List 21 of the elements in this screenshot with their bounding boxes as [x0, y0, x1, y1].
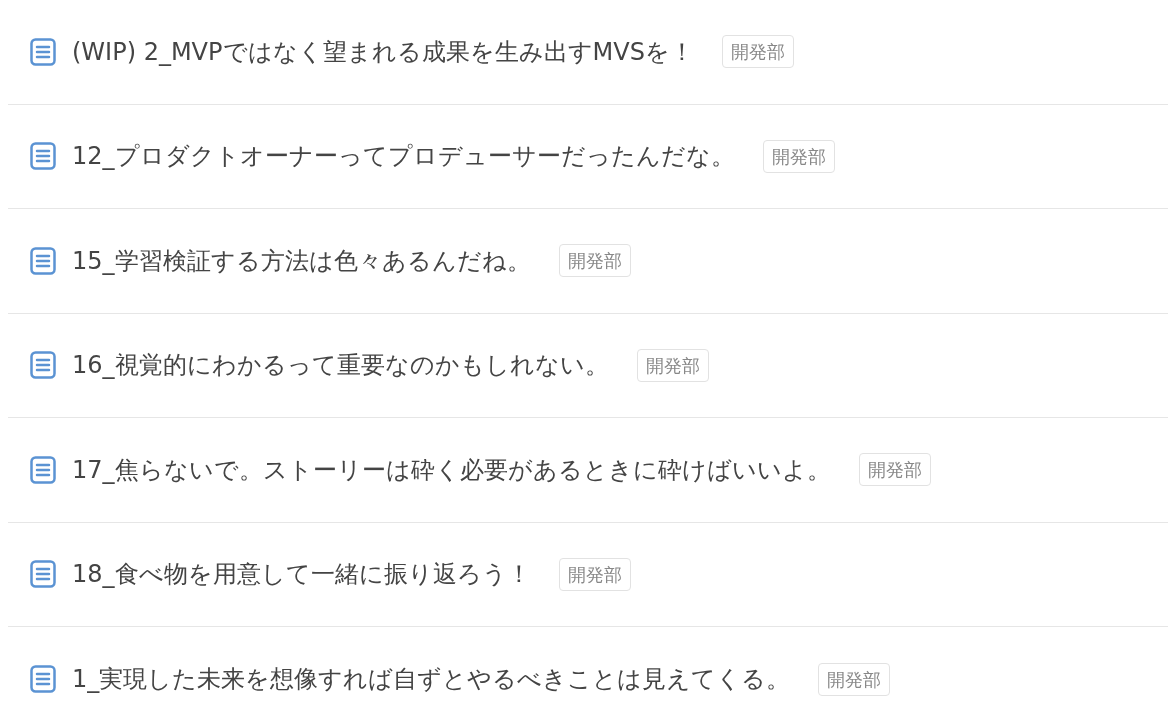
tag: 開発部	[636, 348, 709, 382]
document-icon	[30, 246, 56, 275]
tag: 開発部	[762, 139, 835, 173]
document-icon	[30, 455, 56, 484]
document-icon	[30, 142, 56, 171]
tag: 開発部	[558, 557, 631, 591]
page-title[interactable]: 18_食べ物を用意して一緒に振り返ろう！	[72, 556, 531, 593]
page-title[interactable]: 16_視覚的にわかるって重要なのかもしれない。	[72, 347, 609, 384]
tag: 開発部	[558, 244, 631, 278]
page-title[interactable]: 15_学習検証する方法は色々あるんだね。	[72, 242, 531, 279]
tag: 開発部	[818, 662, 891, 696]
document-icon	[30, 351, 56, 380]
document-icon	[30, 665, 56, 694]
page-title[interactable]: (WIP) 2_MVPではなく望まれる成果を生み出すMVSを！	[72, 33, 694, 70]
tag: 開発部	[721, 35, 794, 69]
document-icon	[30, 37, 56, 66]
page-title[interactable]: 12_プロダクトオーナーってプロデューサーだったんだな。	[72, 138, 735, 175]
document-icon	[30, 560, 56, 589]
tag: 開発部	[858, 453, 931, 487]
page-title[interactable]: 1_実現した未来を想像すれば自ずとやるべきことは見えてくる。	[72, 661, 791, 698]
page-title[interactable]: 17_焦らないで。ストーリーは砕く必要があるときに砕けばいいよ。	[72, 451, 831, 488]
